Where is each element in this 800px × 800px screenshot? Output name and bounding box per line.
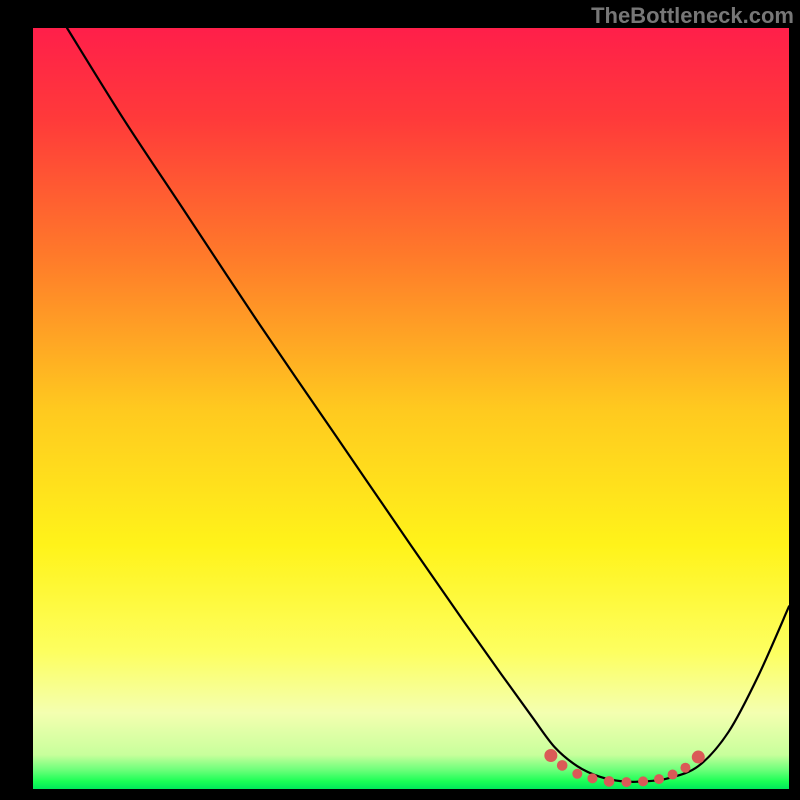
- curve-marker: [621, 777, 631, 787]
- bottleneck-chart: [0, 0, 800, 800]
- curve-marker: [654, 774, 664, 784]
- chart-container: TheBottleneck.com: [0, 0, 800, 800]
- curve-marker: [680, 763, 690, 773]
- curve-marker: [572, 769, 582, 779]
- curve-marker: [638, 776, 648, 786]
- attribution-label: TheBottleneck.com: [591, 3, 794, 29]
- curve-marker: [557, 760, 568, 771]
- curve-marker: [587, 773, 597, 783]
- curve-marker: [604, 776, 615, 787]
- curve-marker: [668, 770, 678, 780]
- gradient-background: [33, 28, 789, 789]
- curve-marker: [692, 751, 705, 764]
- curve-marker: [544, 749, 557, 762]
